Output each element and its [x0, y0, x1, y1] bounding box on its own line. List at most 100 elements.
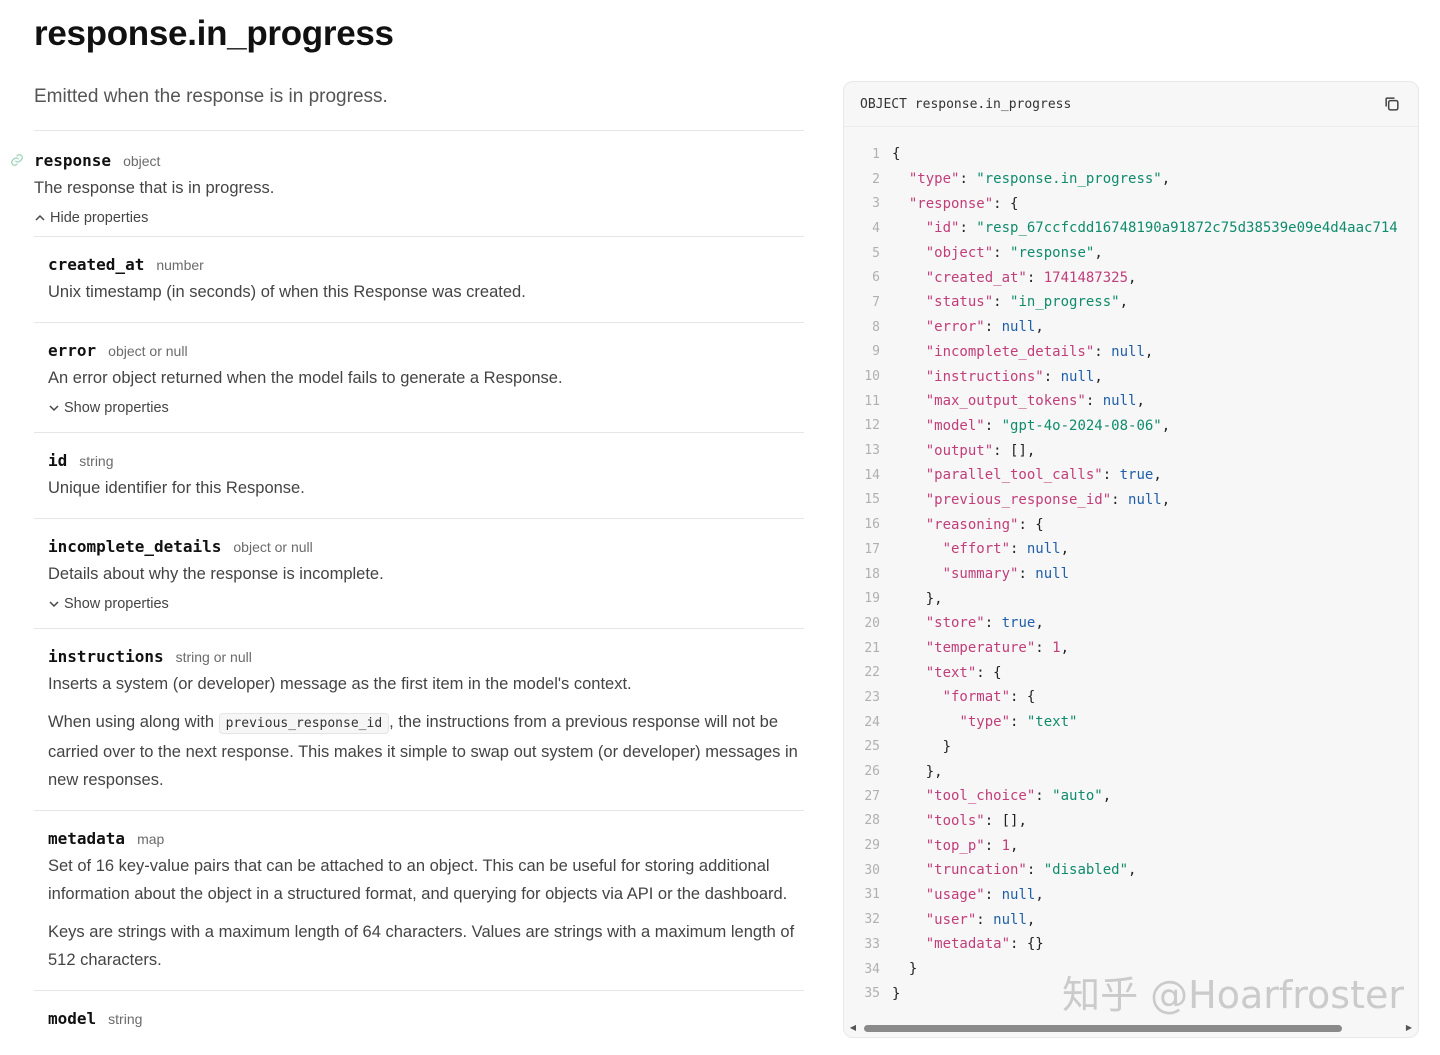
line-number: 8	[872, 319, 880, 335]
link-icon[interactable]	[10, 153, 24, 172]
code-line: 19 },	[844, 586, 1418, 611]
code-text: },	[892, 590, 943, 607]
code-line: 5 "object": "response",	[844, 241, 1418, 266]
code-line: 29 "top_p": 1,	[844, 833, 1418, 858]
line-number: 3	[872, 196, 880, 212]
code-line: 4 "id": "resp_67ccfcdd16748190a91872c75d…	[844, 216, 1418, 241]
code-text: "output": [],	[925, 442, 1036, 459]
instructions-note: When using along with previous_response_…	[48, 708, 804, 794]
param-name: response	[34, 151, 112, 170]
scroll-track[interactable]	[858, 1024, 1404, 1032]
param-name: error	[48, 341, 97, 360]
param-type: string	[108, 1011, 143, 1027]
code-line: 31 "usage": null,	[844, 883, 1418, 908]
line-number: 25	[864, 739, 880, 755]
code-line: 6 "created_at": 1741487325,	[844, 265, 1418, 290]
code-block[interactable]: 1{2 "type": "response.in_progress", 3 "re…	[844, 142, 1418, 1022]
line-number: 32	[864, 912, 880, 928]
code-text: "reasoning": {	[925, 516, 1044, 533]
param-description: An error object returned when the model …	[48, 369, 563, 387]
code-text: }	[892, 961, 918, 978]
line-number: 20	[864, 615, 880, 631]
code-text: "truncation": "disabled",	[925, 862, 1137, 879]
code-line: 26 },	[844, 759, 1418, 784]
code-text: "object": "response",	[925, 245, 1103, 262]
code-text: },	[892, 763, 943, 780]
code-text: "usage": null,	[925, 886, 1044, 903]
code-line: 16 "reasoning": {	[844, 512, 1418, 537]
code-text: "model": "gpt-4o-2024-08-06",	[925, 417, 1171, 434]
param-head: id string	[48, 451, 804, 470]
param-incomplete-details: incomplete_details object or null Details …	[34, 518, 804, 628]
line-number: 35	[864, 986, 880, 1002]
param-metadata: metadata map Set of 16 key-value pairs tha…	[34, 810, 804, 990]
param-head: instructions string or null	[48, 647, 804, 666]
inline-code: previous_response_id	[218, 713, 390, 734]
code-line: 18 "summary": null	[844, 562, 1418, 587]
code-line: 3 "response": {	[844, 191, 1418, 216]
param-description: Details about why the response is incomp…	[48, 565, 384, 583]
line-number: 28	[864, 813, 880, 829]
chevron-down-icon	[49, 405, 59, 412]
param-type: object or null	[233, 539, 313, 555]
code-line: 9 "incomplete_details": null,	[844, 340, 1418, 365]
code-panel-title: OBJECT response.in_progress	[860, 96, 1072, 112]
line-number: 1	[872, 146, 880, 162]
param-head: error object or null	[48, 341, 804, 360]
line-number: 5	[872, 245, 880, 261]
line-number: 10	[864, 369, 880, 385]
scroll-right-icon[interactable]: ▶	[1404, 1023, 1414, 1033]
param-description: Inserts a system (or developer) message …	[48, 675, 632, 693]
param-type: object	[123, 153, 161, 169]
hide-properties-toggle[interactable]: Hide properties	[34, 210, 804, 226]
scroll-left-icon[interactable]: ◀	[848, 1023, 858, 1033]
code-text: }	[892, 738, 952, 755]
param-name: instructions	[48, 647, 164, 666]
param-id: id string Unique identifier for this Respo…	[34, 432, 804, 518]
copy-icon[interactable]	[1382, 94, 1402, 114]
code-text: }	[892, 985, 901, 1002]
param-head: model string	[48, 1009, 804, 1028]
code-text: "max_output_tokens": null,	[925, 393, 1145, 410]
line-number: 4	[872, 220, 880, 236]
show-properties-toggle[interactable]: Show properties	[48, 596, 804, 612]
line-number: 34	[864, 961, 880, 977]
code-line: 20 "store": true,	[844, 611, 1418, 636]
line-number: 30	[864, 862, 880, 878]
scroll-thumb[interactable]	[864, 1024, 1342, 1032]
param-name: created_at	[48, 255, 145, 274]
code-line: 13 "output": [],	[844, 438, 1418, 463]
code-text: "created_at": 1741487325,	[925, 269, 1137, 286]
code-line: 11 "max_output_tokens": null,	[844, 389, 1418, 414]
code-line: 21 "temperature": 1,	[844, 636, 1418, 661]
show-properties-toggle[interactable]: Show properties	[48, 400, 804, 416]
param-instructions: instructions string or null Inserts a syst…	[34, 628, 804, 810]
code-line: 35}	[844, 981, 1418, 1006]
code-line: 25 }	[844, 735, 1418, 760]
code-line: 1{	[844, 142, 1418, 167]
param-description: Unix timestamp (in seconds) of when this…	[48, 283, 526, 301]
code-line: 28 "tools": [],	[844, 809, 1418, 834]
code-text: "type": "text"	[959, 714, 1078, 731]
line-number: 27	[864, 788, 880, 804]
code-line: 22 "text": {	[844, 660, 1418, 685]
code-text: "error": null,	[925, 319, 1044, 336]
code-line: 8 "error": null,	[844, 315, 1418, 340]
code-text: "format": {	[942, 689, 1036, 706]
param-name: incomplete_details	[48, 537, 222, 556]
toggle-label: Show properties	[64, 596, 169, 612]
line-number: 26	[864, 764, 880, 780]
param-description: The response that is in progress.	[34, 179, 275, 197]
code-text: "user": null,	[925, 911, 1036, 928]
line-number: 14	[864, 467, 880, 483]
param-response: response object The response that is in …	[11, 131, 804, 236]
event-description: Emitted when the response is in progress…	[34, 86, 388, 107]
param-head: response object	[11, 151, 804, 170]
param-name: id	[48, 451, 68, 470]
note-text: When using along with	[48, 713, 219, 731]
line-number: 33	[864, 936, 880, 952]
code-text: "tools": [],	[925, 812, 1027, 829]
horizontal-scrollbar[interactable]: ◀ ▶	[848, 1023, 1414, 1033]
parameters-section: Emitted when the response is in progress…	[11, 82, 804, 1044]
line-number: 11	[864, 393, 880, 409]
